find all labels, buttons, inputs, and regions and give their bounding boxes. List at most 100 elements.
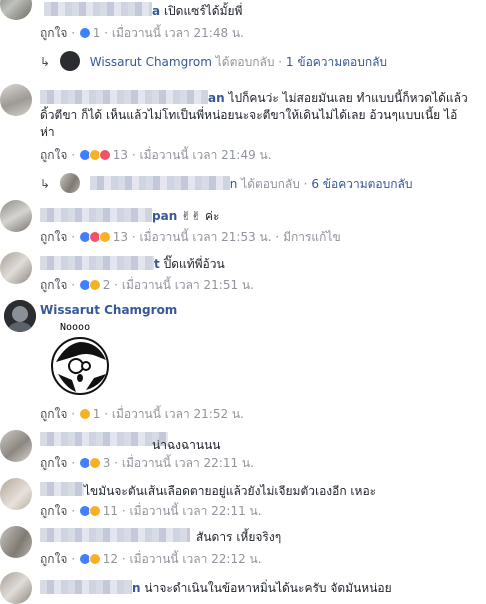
timestamp[interactable]: เมื่อวานนี้ เวลา 22:11 น. — [130, 504, 262, 518]
comment-body: ปิ๊ดแท้พี่อ้วน — [163, 257, 225, 271]
reply-count-link[interactable]: 1 ข้อความตอบกลับ — [286, 55, 387, 69]
reaction-count[interactable]: 11 — [103, 504, 118, 518]
timestamp[interactable]: เมื่อวานนี้ เวลา 21:52 น. — [112, 407, 244, 421]
commenter-name-blurred[interactable] — [40, 256, 154, 270]
separator: · — [71, 26, 76, 40]
avatar[interactable] — [0, 430, 32, 462]
like-link[interactable]: ถูกใจ — [40, 504, 67, 518]
comment-body: ✌✌ ค่ะ — [181, 209, 220, 223]
avatar[interactable] — [0, 84, 32, 116]
avatar[interactable] — [0, 526, 32, 558]
timestamp[interactable]: เมื่อวานนี้ เวลา 22:11 น. — [122, 456, 254, 470]
timestamp[interactable]: เมื่อวานนี้ เวลา 21:53 น. — [140, 230, 272, 244]
avatar[interactable] — [4, 300, 36, 332]
comment-meta: ถูกใจ · 1 · เมื่อวานนี้ เวลา 21:48 น. — [40, 24, 244, 43]
comment-meta: ถูกใจ · 13 · เมื่อวานนี้ เวลา 21:53 น. ·… — [40, 228, 341, 247]
commenter-name[interactable]: n — [132, 581, 141, 595]
reply-arrow-icon: ↳ — [40, 177, 51, 191]
like-link[interactable]: ถูกใจ — [40, 407, 67, 421]
reaction-count[interactable]: 12 — [103, 552, 118, 566]
comment-meta: ถูกใจ · 2 · เมื่อวานนี้ เวลา 21:51 น. — [40, 276, 254, 295]
love-reaction-icon — [98, 149, 111, 161]
commenter-name-blurred[interactable] — [40, 90, 208, 104]
replied-label: ได้ตอบกลับ — [215, 55, 275, 69]
comment-text: สันดาร เหี้ยจริงๆ — [196, 530, 282, 544]
avatar[interactable] — [0, 252, 32, 284]
separator: · — [71, 456, 76, 470]
avatar[interactable] — [0, 200, 32, 232]
commenter-name[interactable]: Wissarut Chamgrom — [40, 303, 177, 317]
haha-reaction-icon — [88, 505, 101, 517]
reply-summary[interactable]: ↳ n ได้ตอบกลับ · 6 ข้อความตอบกลับ — [40, 173, 412, 194]
separator: · — [114, 278, 119, 292]
comment-text-line: ดิ้วตีขา ก็ได้ เห็นแล้วไม่โทเป็นพี่หน่อย… — [40, 108, 458, 122]
reaction-count[interactable]: 2 — [103, 278, 111, 292]
haha-reaction-icon — [88, 553, 101, 565]
reply-arrow-icon: ↳ — [40, 55, 51, 69]
commenter-name-blurred[interactable] — [40, 208, 152, 222]
timestamp[interactable]: เมื่อวานนี้ เวลา 22:12 น. — [130, 552, 262, 566]
comment-body: เปิดแซร์ได้มั้ยพี่ — [163, 4, 243, 18]
comment-text: ไขมันจะตันเส้นเลือดตายอยู่แล้วยังไม่เจีย… — [84, 484, 377, 498]
comment-text: t ปิ๊ดแท้พี่อ้วน — [154, 255, 225, 274]
commenter-name[interactable]: a — [152, 4, 160, 18]
reply-count-link[interactable]: 6 ข้อความตอบกลับ — [311, 177, 412, 191]
like-link[interactable]: ถูกใจ — [40, 456, 67, 470]
comment-body: น่าจะดำเนินในข้อหาหมิ่นได้นะครับ จัดมันห… — [144, 581, 392, 595]
like-reaction-icon — [78, 27, 91, 39]
separator: · — [71, 148, 76, 162]
commenter-name-text[interactable]: Wissarut Chamgrom — [40, 303, 177, 317]
timestamp[interactable]: เมื่อวานนี้ เวลา 21:49 น. — [140, 148, 272, 162]
like-link[interactable]: ถูกใจ — [40, 148, 67, 162]
separator: · — [275, 230, 280, 244]
commenter-name[interactable]: t — [154, 257, 160, 271]
avatar — [59, 51, 80, 71]
timestamp[interactable]: เมื่อวานนี้ เวลา 21:48 น. — [112, 26, 244, 40]
commenter-name-blurred[interactable] — [40, 482, 84, 496]
separator: · — [131, 230, 136, 244]
like-link[interactable]: ถูกใจ — [40, 26, 67, 40]
like-link[interactable]: ถูกใจ — [40, 278, 67, 292]
avatar[interactable] — [0, 0, 32, 20]
like-link[interactable]: ถูกใจ — [40, 230, 67, 244]
reply-author[interactable]: n — [230, 177, 238, 191]
comment-text-line: ห่า — [40, 125, 55, 139]
commenter-name-blurred[interactable] — [40, 432, 168, 446]
comment-meta: ถูกใจ · 3 · เมื่อวานนี้ เวลา 22:11 น. — [40, 454, 254, 473]
comment-meta: ถูกใจ · 13 · เมื่อวานนี้ เวลา 21:49 น. — [40, 146, 272, 165]
comment-meta: ถูกใจ · 1 · เมื่อวานนี้ เวลา 21:52 น. — [40, 405, 244, 424]
haha-reaction-icon — [88, 279, 101, 291]
separator: · — [114, 456, 119, 470]
reaction-count[interactable]: 3 — [103, 456, 111, 470]
avatar — [59, 173, 80, 193]
commenter-name-blurred[interactable] — [40, 580, 132, 594]
sticker-image[interactable]: Noooo — [46, 322, 116, 398]
avatar[interactable] — [0, 478, 32, 510]
separator: · — [71, 278, 76, 292]
comment-text: น่าฉงฉานนน — [152, 438, 221, 452]
comment-text: n น่าจะดำเนินในข้อหาหมิ่นได้นะครับ จัดมั… — [132, 579, 392, 598]
avatar[interactable] — [0, 572, 32, 604]
commenter-name-blurred[interactable] — [44, 2, 152, 16]
separator: · — [104, 407, 109, 421]
reply-summary[interactable]: ↳ Wissarut Chamgrom ได้ตอบกลับ · 1 ข้อคว… — [40, 51, 387, 72]
reaction-count[interactable]: 1 — [93, 26, 101, 40]
reaction-count[interactable]: 1 — [93, 407, 101, 421]
reply-author-blurred[interactable] — [89, 176, 230, 190]
reaction-count[interactable]: 13 — [113, 230, 128, 244]
comment-meta: ถูกใจ · 12 · เมื่อวานนี้ เวลา 22:12 น. — [40, 550, 262, 569]
commenter-name[interactable]: pan — [152, 209, 177, 223]
timestamp[interactable]: เมื่อวานนี้ เวลา 21:51 น. — [122, 278, 254, 292]
reaction-count[interactable]: 13 — [113, 148, 128, 162]
reply-author[interactable]: Wissarut Chamgrom — [90, 55, 212, 69]
profile-photo-icon — [4, 300, 36, 332]
separator: · — [278, 55, 283, 69]
separator: · — [71, 230, 76, 244]
commenter-name-blurred[interactable] — [40, 528, 190, 542]
like-link[interactable]: ถูกใจ — [40, 552, 67, 566]
commenter-name[interactable]: an — [208, 91, 225, 105]
haha-reaction-icon — [98, 231, 111, 243]
separator: · — [104, 26, 109, 40]
sticker-caption: Noooo — [60, 322, 91, 333]
edited-link[interactable]: มีการแก้ไข — [283, 230, 341, 244]
